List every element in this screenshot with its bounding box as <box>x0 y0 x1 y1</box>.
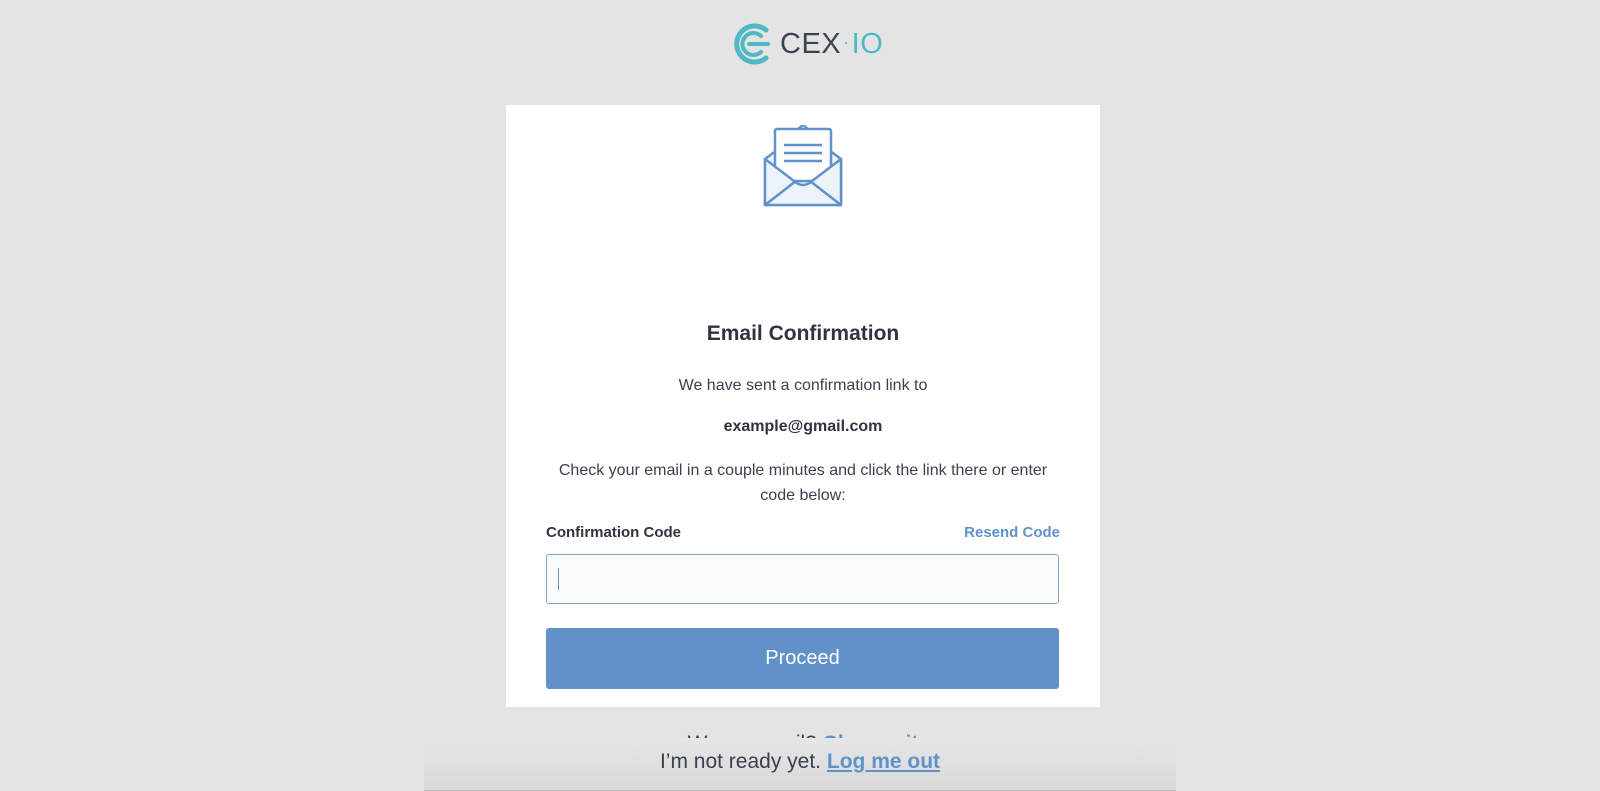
proceed-button[interactable]: Proceed <box>546 628 1059 689</box>
logo-suffix: IO <box>851 27 884 60</box>
log-out-link[interactable]: Log me out <box>827 750 940 773</box>
page-title: Email Confirmation <box>706 322 900 345</box>
email-confirmation-card: Email Confirmation We have sent a confir… <box>506 105 1100 755</box>
logo-dot: · <box>843 31 850 52</box>
email-address: example@gmail.com <box>723 418 883 435</box>
confirmation-code-input[interactable] <box>546 554 1059 604</box>
brand-logo[interactable]: CEX · IO <box>730 22 883 66</box>
cex-logo-icon <box>734 23 770 65</box>
confirmation-code-label: Confirmation Code <box>546 524 681 541</box>
resend-code-link[interactable]: Resend Code <box>964 524 1060 541</box>
logo-text: CEX <box>780 27 842 60</box>
instructions-text: Check your email in a couple minutes and… <box>558 462 1048 504</box>
not-ready-line: I’m not ready yet. Log me out <box>424 750 1176 774</box>
envelope-letter-icon <box>763 125 843 207</box>
logo-wordmark: CEX · IO <box>780 28 883 61</box>
footer-bar: I’m not ready yet. Log me out <box>424 738 1176 791</box>
not-ready-text: I’m not ready yet. <box>659 750 822 773</box>
sent-confirmation-text: We have sent a confirmation link to <box>678 377 928 394</box>
text-caret <box>558 568 559 590</box>
